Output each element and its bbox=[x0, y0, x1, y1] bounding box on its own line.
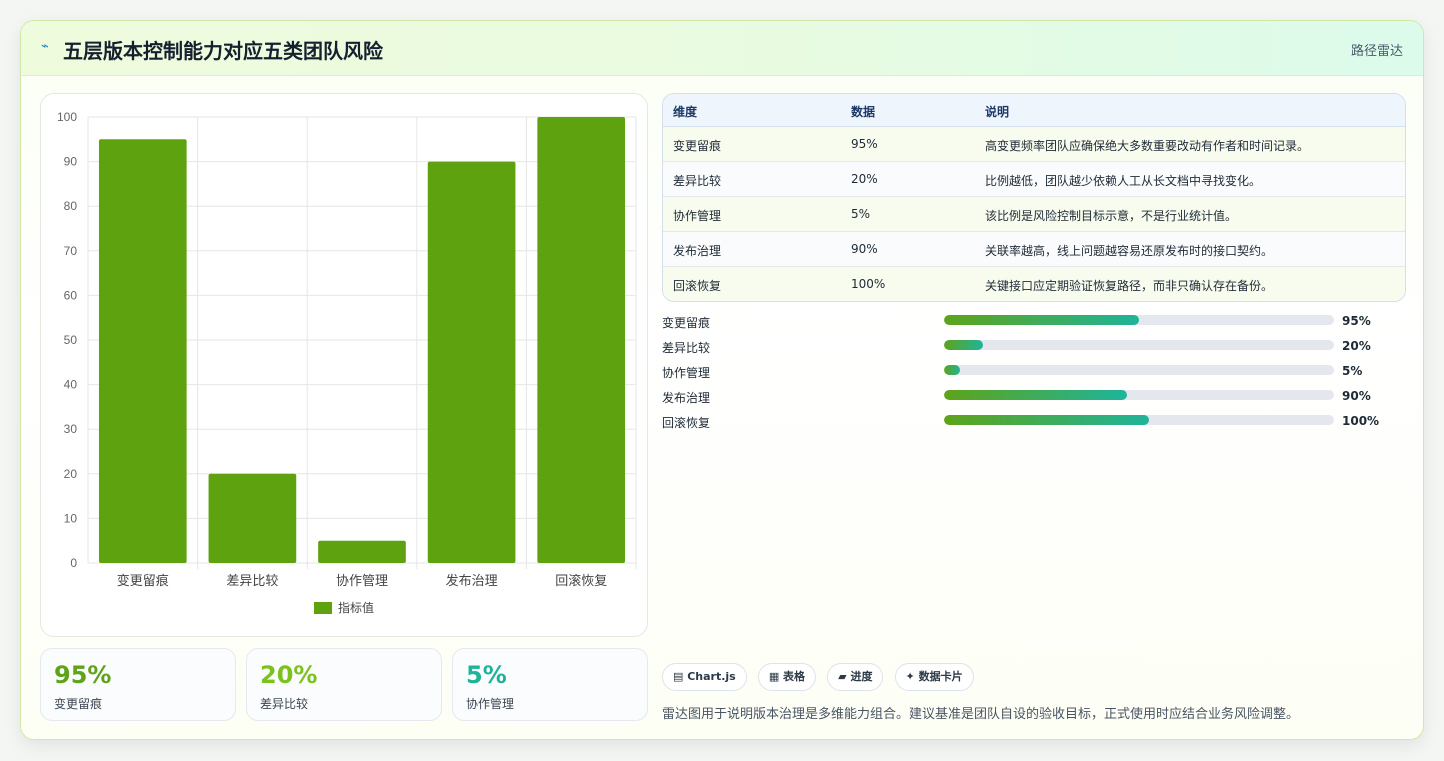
bar bbox=[318, 540, 406, 563]
table-cell: 回滚恢复 bbox=[673, 279, 722, 293]
table-cell: 5% bbox=[851, 207, 871, 221]
table-cell: 该比例是风险控制目标示意，不是行业统计值。 bbox=[985, 209, 1238, 223]
header: ⌁ 五层版本控制能力对应五类团队风险 路径雷达 bbox=[21, 21, 1423, 76]
table-header: 维度 数据 说明 bbox=[663, 94, 1405, 127]
y-tick-label: 50 bbox=[64, 333, 78, 347]
y-tick-label: 20 bbox=[64, 467, 78, 481]
y-tick-label: 80 bbox=[64, 199, 78, 213]
stat-card: 5% 协作管理 bbox=[452, 648, 648, 721]
y-tick-label: 100 bbox=[57, 110, 77, 124]
progress-track bbox=[944, 365, 1334, 375]
table-row: 协作管理 5% 该比例是风险控制目标示意，不是行业统计值。 bbox=[663, 197, 1405, 232]
table-row: 回滚恢复 100% 关键接口应定期验证恢复路径，而非只确认存在备份。 bbox=[663, 267, 1405, 301]
table-cell: 高变更频率团队应确保绝大多数重要改动有作者和时间记录。 bbox=[985, 139, 1310, 153]
y-tick-label: 40 bbox=[64, 378, 78, 392]
wave-icon: ⌁ bbox=[41, 39, 49, 54]
y-tick-label: 30 bbox=[64, 422, 78, 436]
table-cell: 90% bbox=[851, 242, 878, 256]
progress-fill bbox=[944, 365, 960, 375]
stat-value: 95% bbox=[54, 661, 112, 689]
table-cell: 100% bbox=[851, 277, 886, 291]
stat-card: 20% 差异比较 bbox=[246, 648, 442, 721]
x-tick-label: 变更留痕 bbox=[117, 573, 169, 589]
stat-label: 变更留痕 bbox=[54, 697, 103, 711]
y-tick-label: 90 bbox=[64, 155, 78, 169]
progress-label: 发布治理 bbox=[662, 391, 711, 405]
main-card: ⌁ 五层版本控制能力对应五类团队风险 路径雷达 0 10 20 30 40 50 60 70 8… bbox=[20, 20, 1424, 740]
progress-row: 差异比较 20% bbox=[662, 336, 1406, 361]
progress-fill bbox=[944, 315, 1139, 325]
table-cell: 比例越低，团队越少依赖人工从长文档中寻找变化。 bbox=[985, 174, 1262, 188]
table-header-cell: 数据 bbox=[851, 105, 876, 119]
progress-row: 回滚恢复 100% bbox=[662, 411, 1406, 436]
legend-label: 指标值 bbox=[338, 600, 374, 615]
table-cell: 20% bbox=[851, 172, 878, 186]
table-cell: 发布治理 bbox=[673, 244, 722, 258]
table-row: 变更留痕 95% 高变更频率团队应确保绝大多数重要改动有作者和时间记录。 bbox=[663, 127, 1405, 162]
x-tick-label: 协作管理 bbox=[336, 574, 388, 589]
progress-fill bbox=[944, 340, 983, 350]
progress-track bbox=[944, 315, 1334, 325]
stat-label: 差异比较 bbox=[260, 697, 309, 711]
x-tick-label: 发布治理 bbox=[446, 573, 498, 589]
bar bbox=[98, 139, 187, 564]
progress-value: 95% bbox=[1342, 314, 1371, 328]
progress-row: 发布治理 90% bbox=[662, 386, 1406, 411]
table-cell: 关键接口应定期验证恢复路径，而非只确认存在备份。 bbox=[985, 279, 1274, 293]
stat-card: 95% 变更留痕 bbox=[40, 648, 236, 721]
bar bbox=[208, 473, 297, 563]
progress-label: 回滚恢复 bbox=[662, 416, 711, 430]
progress-value: 20% bbox=[1342, 339, 1371, 353]
page-title: 五层版本控制能力对应五类团队风险 bbox=[63, 39, 383, 63]
progress-label: 变更留痕 bbox=[662, 316, 711, 330]
legend-swatch bbox=[314, 602, 332, 614]
tag-list: ▤ Chart.js ▦ 表格 ▰ 进度 ✦ 数据卡片 bbox=[662, 663, 980, 691]
tag-data-card[interactable]: ✦ 数据卡片 bbox=[894, 663, 974, 691]
bar-chart-svg: 0 10 20 30 40 50 60 70 80 90 100 变更留痕 差异比较 协作管理 发布治理 回滚… bbox=[57, 110, 637, 615]
progress-track bbox=[944, 340, 1334, 350]
progress-row: 变更留痕 95% bbox=[662, 311, 1406, 336]
tag-progress[interactable]: ▰ 进度 bbox=[827, 663, 884, 691]
progress-value: 5% bbox=[1342, 364, 1363, 378]
table-header-cell: 说明 bbox=[985, 105, 1010, 119]
y-tick-label: 60 bbox=[64, 288, 78, 302]
stat-value: 20% bbox=[260, 661, 318, 689]
footnote: 雷达图用于说明版本治理是多维能力组合。建议基准是团队自设的验收目标，正式使用时应… bbox=[662, 707, 1300, 722]
progress-fill bbox=[944, 390, 1128, 400]
table-cell: 差异比较 bbox=[673, 174, 722, 188]
table-cell: 关联率越高，线上问题越容易还原发布时的接口契约。 bbox=[985, 244, 1274, 258]
x-tick-label: 回滚恢复 bbox=[555, 573, 607, 589]
stat-value: 5% bbox=[466, 661, 507, 689]
progress-value: 90% bbox=[1342, 389, 1371, 403]
table-cell: 95% bbox=[851, 137, 878, 151]
progress-label: 协作管理 bbox=[662, 366, 711, 380]
progress-row: 协作管理 5% bbox=[662, 361, 1406, 386]
x-tick-label: 差异比较 bbox=[226, 574, 278, 589]
stat-label: 协作管理 bbox=[466, 697, 515, 711]
y-tick-label: 0 bbox=[70, 556, 77, 570]
table-header-cell: 维度 bbox=[673, 105, 698, 119]
bar-chart: 0 10 20 30 40 50 60 70 80 90 100 变更留痕 差异比较 协作管理 发布治理 回滚… bbox=[40, 93, 648, 637]
progress-value: 100% bbox=[1342, 414, 1380, 428]
progress-list: 变更留痕 95% 差异比较 20% 协作管理 5% 发布治理 90% 回滚恢复 … bbox=[662, 311, 1406, 436]
y-tick-label: 70 bbox=[64, 244, 78, 258]
table-row: 发布治理 90% 关联率越高，线上问题越容易还原发布时的接口契约。 bbox=[663, 232, 1405, 267]
table-cell: 协作管理 bbox=[673, 209, 722, 223]
progress-track bbox=[944, 390, 1334, 400]
progress-fill bbox=[944, 415, 1149, 425]
tag-table[interactable]: ▦ 表格 bbox=[757, 663, 817, 691]
bar bbox=[427, 161, 516, 563]
path-radar-link[interactable]: 路径雷达 bbox=[1351, 40, 1403, 59]
data-table: 维度 数据 说明 变更留痕 95% 高变更频率团队应确保绝大多数重要改动有作者和… bbox=[662, 93, 1406, 302]
bar bbox=[537, 117, 626, 563]
progress-track bbox=[944, 415, 1334, 425]
table-row: 差异比较 20% 比例越低，团队越少依赖人工从长文档中寻找变化。 bbox=[663, 162, 1405, 197]
y-tick-label: 10 bbox=[64, 511, 78, 525]
table-cell: 变更留痕 bbox=[673, 139, 722, 153]
progress-label: 差异比较 bbox=[662, 341, 711, 355]
tag-chartjs[interactable]: ▤ Chart.js bbox=[662, 663, 747, 691]
